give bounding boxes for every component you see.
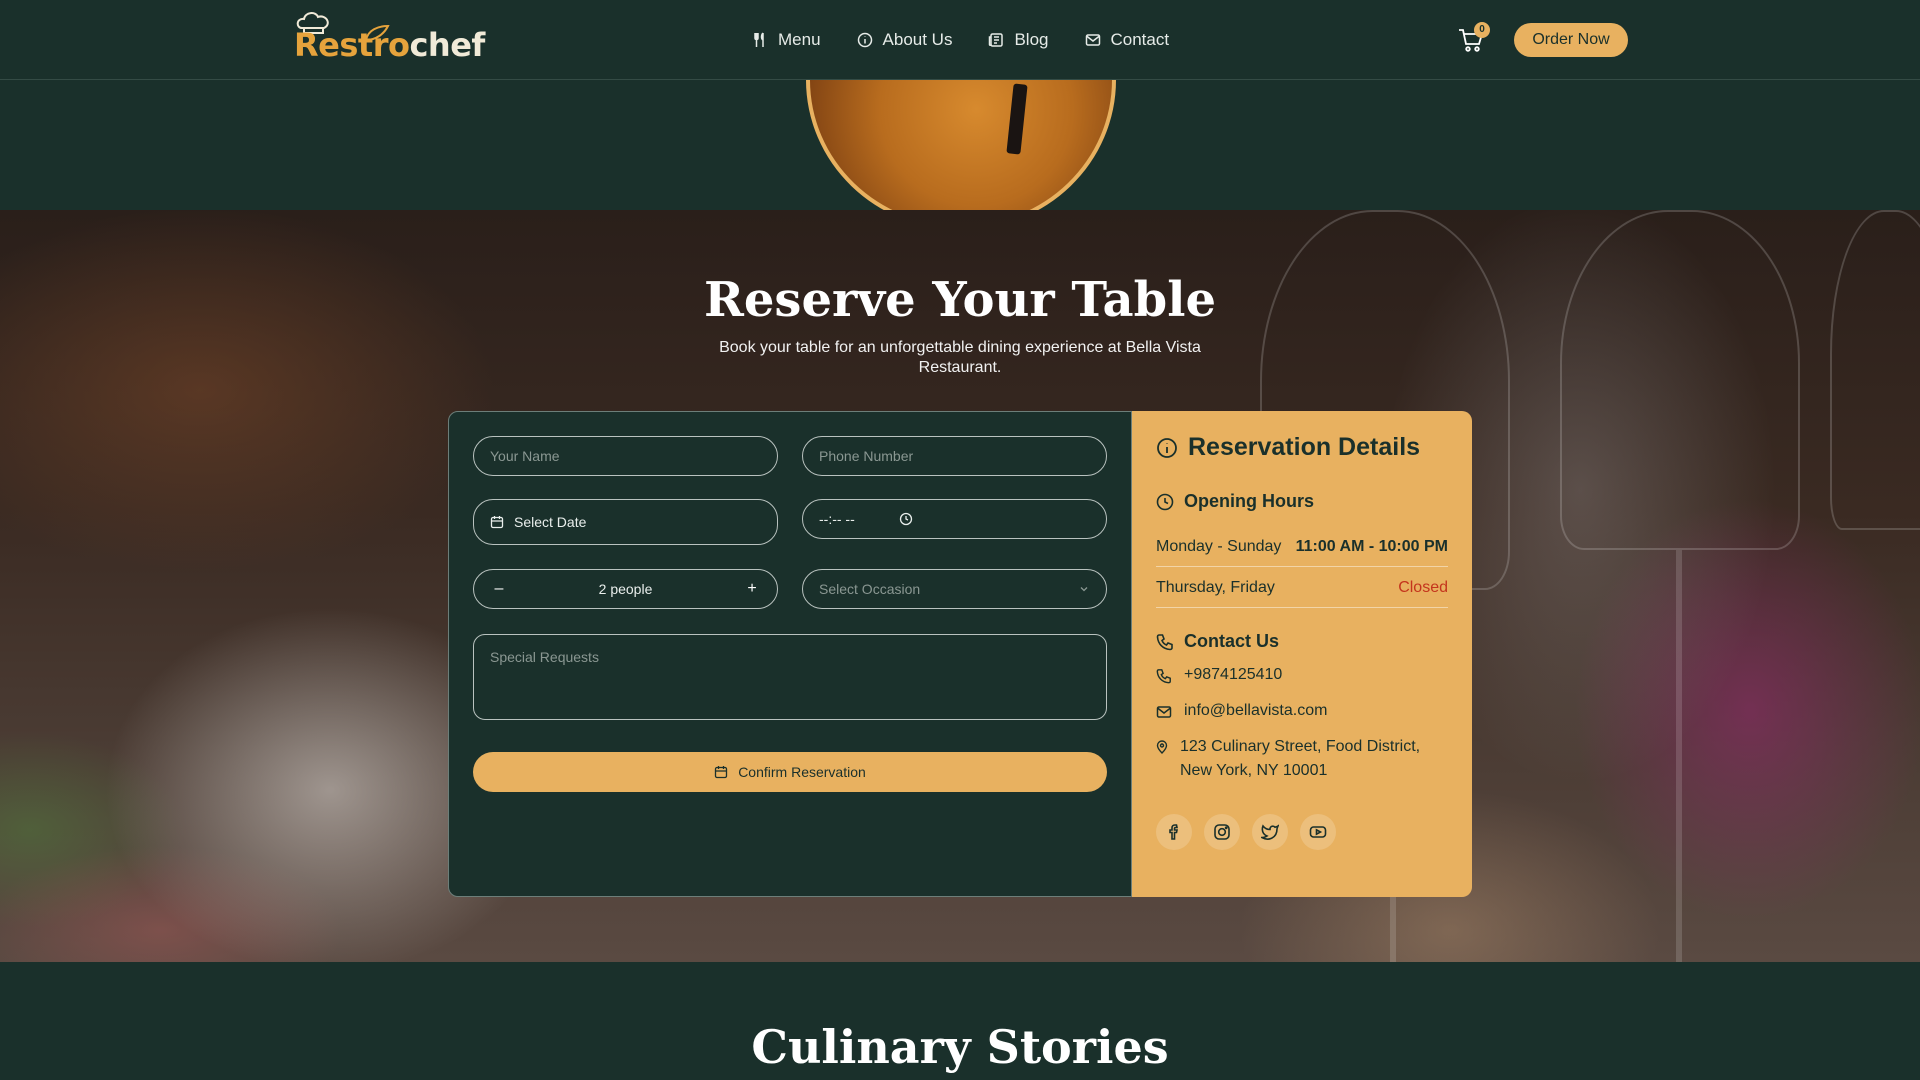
- occasion-placeholder: Select Occasion: [819, 581, 921, 597]
- wine-glass-decoration: [1830, 210, 1920, 530]
- instagram-icon: [1214, 824, 1230, 840]
- mail-icon: [1085, 34, 1100, 46]
- clock-icon[interactable]: [899, 512, 913, 526]
- plate-figure-shape: [1006, 83, 1028, 155]
- special-requests-placeholder: Special Requests: [490, 649, 599, 665]
- nav-item-contact[interactable]: Contact: [1085, 30, 1170, 50]
- guests-stepper: – 2 people +: [473, 569, 778, 609]
- name-input[interactable]: Your Name: [473, 436, 778, 476]
- reservation-title: Reserve Your Table: [704, 272, 1216, 328]
- nav-item-blog[interactable]: Blog: [988, 30, 1049, 50]
- hours-row: Thursday, Friday Closed: [1156, 568, 1448, 608]
- social-links: [1156, 814, 1336, 850]
- info-icon: [1157, 437, 1177, 458]
- clock-icon: [1156, 493, 1174, 510]
- cart-button[interactable]: 0: [1458, 22, 1490, 54]
- opening-hours-title: Opening Hours: [1184, 491, 1314, 511]
- instagram-link[interactable]: [1204, 814, 1240, 850]
- guests-decrement-button[interactable]: –: [490, 580, 508, 598]
- date-label: Select Date: [514, 514, 587, 530]
- phone-input[interactable]: Phone Number: [802, 436, 1107, 476]
- logo[interactable]: Restrochef: [290, 10, 485, 70]
- nav-label-menu: Menu: [778, 30, 821, 49]
- reservation-subtitle: Book your table for an unforgettable din…: [719, 339, 1201, 376]
- hours-days: Thursday, Friday: [1156, 578, 1275, 596]
- cart-count-badge: 0: [1474, 22, 1490, 38]
- details-heading: Reservation Details: [1156, 433, 1420, 462]
- contact-phone-text: +9874125410: [1184, 666, 1283, 683]
- glass-stem-decoration: [1676, 550, 1682, 962]
- phone-icon: [1156, 669, 1171, 684]
- reservation-form: Your Name Phone Number Select Date --:--…: [448, 411, 1132, 897]
- site-header: Restrochef Menu About Us Blog Contact 0 …: [0, 0, 1920, 80]
- logo-text-part1: Restro: [294, 26, 410, 64]
- contact-phone[interactable]: +9874125410: [1156, 663, 1448, 687]
- newspaper-icon: [989, 33, 1004, 47]
- hours-time: 11:00 AM - 10:00 PM: [1295, 537, 1448, 555]
- contact-address: 123 Culinary Street, Food District, New …: [1156, 735, 1448, 783]
- mail-icon: [1156, 706, 1172, 718]
- logo-text-part2: chef: [409, 26, 485, 64]
- contact-email[interactable]: info@bellavista.com: [1156, 699, 1448, 723]
- nav-item-menu[interactable]: Menu: [752, 30, 821, 50]
- nav-label-contact: Contact: [1110, 30, 1170, 49]
- time-placeholder: --:-- --: [819, 511, 855, 527]
- details-title: Reservation Details: [1188, 433, 1421, 461]
- guests-value: 2 people: [598, 581, 653, 597]
- order-now-button[interactable]: Order Now: [1514, 23, 1628, 57]
- logo-text: Restrochef: [294, 26, 485, 64]
- confirm-reservation-button[interactable]: Confirm Reservation: [473, 752, 1107, 792]
- date-picker[interactable]: Select Date: [473, 499, 778, 545]
- utensils-icon: [754, 32, 764, 47]
- name-placeholder: Your Name: [490, 448, 560, 464]
- hours-days: Monday - Sunday: [1156, 537, 1282, 555]
- guests-increment-button[interactable]: +: [743, 580, 761, 598]
- phone-placeholder: Phone Number: [819, 448, 914, 464]
- facebook-icon: [1169, 824, 1178, 840]
- youtube-link[interactable]: [1300, 814, 1336, 850]
- reservation-section: Reserve Your Table Book your table for a…: [0, 210, 1920, 962]
- facebook-link[interactable]: [1156, 814, 1192, 850]
- culinary-stories-title: Culinary Stories: [751, 1020, 1169, 1074]
- contact-title: Contact Us: [1184, 631, 1280, 651]
- main-nav: Menu About Us Blog Contact: [752, 27, 1169, 53]
- contact-address-text: 123 Culinary Street, Food District, New …: [1180, 738, 1421, 779]
- phone-icon: [1156, 633, 1173, 650]
- contact-heading: Contact Us: [1156, 631, 1279, 652]
- youtube-icon: [1309, 826, 1327, 838]
- hours-closed-label: Closed: [1398, 578, 1448, 596]
- hours-row: Monday - Sunday 11:00 AM - 10:00 PM: [1156, 527, 1448, 567]
- hero-section: [0, 0, 1920, 230]
- calendar-icon: [490, 516, 504, 529]
- calendar-icon: [715, 766, 728, 779]
- twitter-link[interactable]: [1252, 814, 1288, 850]
- confirm-reservation-label: Confirm Reservation: [738, 764, 866, 780]
- contact-email-text: info@bellavista.com: [1184, 702, 1328, 719]
- reservation-details-panel: Reservation Details Opening Hours Monday…: [1132, 411, 1472, 897]
- nav-item-about[interactable]: About Us: [857, 30, 953, 50]
- info-icon: [857, 32, 872, 48]
- map-pin-icon: [1156, 740, 1168, 754]
- opening-hours-heading: Opening Hours: [1156, 491, 1314, 512]
- nav-label-about: About Us: [882, 30, 953, 49]
- wine-glass-decoration: [1560, 210, 1800, 550]
- nav-label-blog: Blog: [1014, 30, 1049, 49]
- special-requests-textarea[interactable]: Special Requests: [473, 634, 1107, 720]
- chevron-down-icon: [1080, 587, 1088, 592]
- time-input[interactable]: --:-- --: [802, 499, 1107, 539]
- twitter-icon: [1261, 824, 1279, 840]
- occasion-select[interactable]: Select Occasion: [802, 569, 1107, 609]
